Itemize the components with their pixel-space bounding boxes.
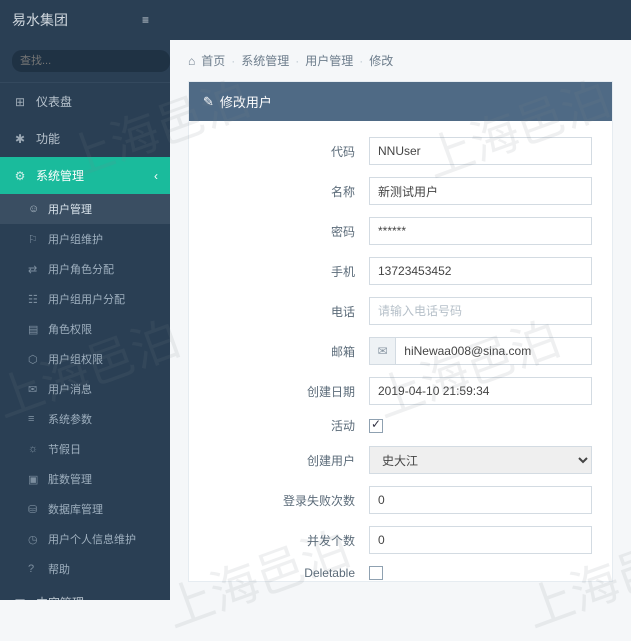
mail-icon: ✉: [369, 337, 395, 365]
subitem-role-assign[interactable]: ⇄ 用户角色分配: [0, 254, 170, 284]
subitem-db[interactable]: ⛁ 数据库管理: [0, 494, 170, 524]
subitem-label: 系统参数: [48, 411, 92, 427]
flag-icon: ⚐: [28, 233, 42, 246]
list-icon: ▤: [28, 323, 42, 336]
sidebar-item-system[interactable]: ⚙ 系统管理 ‹: [0, 157, 170, 194]
subitem-label: 数据库管理: [48, 501, 103, 517]
sidebar-item-label: 功能: [36, 130, 60, 147]
breadcrumb-l2[interactable]: 用户管理: [305, 52, 353, 69]
panel-title: 修改用户: [220, 92, 272, 111]
label-password: 密码: [199, 223, 369, 240]
input-name[interactable]: [369, 177, 592, 205]
topbar: 易水集团 ≡: [0, 0, 631, 40]
hex-icon: ⬡: [28, 353, 42, 366]
lines-icon: ≡: [28, 413, 42, 425]
function-icon: ✱: [12, 132, 28, 146]
sidebar-item-function[interactable]: ✱ 功能: [0, 120, 170, 157]
sun-icon: ☼: [28, 443, 42, 455]
checkbox-deletable[interactable]: [369, 566, 383, 580]
subitem-user-mgmt[interactable]: ☺ 用户管理: [0, 194, 170, 224]
subitem-label: 节假日: [48, 441, 81, 457]
subitem-dirty[interactable]: ▣ 脏数管理: [0, 464, 170, 494]
sidebar-search: ⌕: [0, 40, 170, 83]
breadcrumb-l1[interactable]: 系统管理: [241, 52, 289, 69]
chevron-left-icon: ‹: [154, 169, 158, 183]
breadcrumb-home[interactable]: 首页: [201, 52, 225, 69]
brand-name: 易水集团: [12, 10, 68, 30]
menu-toggle-icon[interactable]: ≡: [142, 13, 149, 27]
panel-header: ✎ 修改用户: [189, 82, 612, 121]
label-concurrent: 并发个数: [199, 532, 369, 549]
input-email[interactable]: [395, 337, 592, 365]
subitem-help[interactable]: ? 帮助: [0, 554, 170, 584]
gear-icon: ⚙: [12, 169, 28, 183]
breadcrumb-sep: ·: [231, 54, 235, 68]
square-icon: ▣: [28, 473, 42, 486]
breadcrumb-sep: ·: [359, 54, 363, 68]
sidebar-item-dashboard[interactable]: ⊞ 仪表盘: [0, 83, 170, 120]
subitem-profile[interactable]: ◷ 用户个人信息维护: [0, 524, 170, 554]
label-code: 代码: [199, 143, 369, 160]
mail-icon: ✉: [28, 383, 42, 396]
subitem-sys-param[interactable]: ≡ 系统参数: [0, 404, 170, 434]
label-email: 邮箱: [199, 343, 369, 360]
panel: ✎ 修改用户 代码 名称 密码 手机 电话 邮箱✉ 创建日期 活动 创建用户史大…: [188, 81, 613, 582]
edit-icon: ✎: [203, 94, 214, 110]
subitem-label: 帮助: [48, 561, 70, 577]
input-created[interactable]: [369, 377, 592, 405]
sidebar-item-label: 仪表盘: [36, 93, 72, 110]
subitem-group-maint[interactable]: ⚐ 用户组维护: [0, 224, 170, 254]
subitem-label: 用户消息: [48, 381, 92, 397]
subitem-role-perm[interactable]: ▤ 角色权限: [0, 314, 170, 344]
subitem-user-msg[interactable]: ✉ 用户消息: [0, 374, 170, 404]
sidebar-item-content[interactable]: ▤ 内容管理: [0, 584, 170, 600]
subitem-holiday[interactable]: ☼ 节假日: [0, 434, 170, 464]
help-icon: ?: [28, 563, 42, 575]
input-mobile[interactable]: [369, 257, 592, 285]
sidebar-item-label: 系统管理: [36, 167, 84, 184]
swap-icon: ⇄: [28, 263, 42, 276]
subitem-group-perm[interactable]: ⬡ 用户组权限: [0, 344, 170, 374]
subitem-label: 用户组权限: [48, 351, 103, 367]
label-active: 活动: [199, 417, 369, 434]
label-created: 创建日期: [199, 383, 369, 400]
subitem-label: 角色权限: [48, 321, 92, 337]
subitem-label: 用户组维护: [48, 231, 103, 247]
input-concurrent[interactable]: [369, 526, 592, 554]
breadcrumb-l3: 修改: [369, 52, 393, 69]
sidebar-item-label: 内容管理: [36, 594, 84, 600]
subitem-label: 用户组用户分配: [48, 291, 125, 307]
main-area: ⌂ 首页 · 系统管理 · 用户管理 · 修改 ✎ 修改用户 代码 名称 密码 …: [170, 40, 631, 600]
label-creator: 创建用户: [199, 452, 369, 469]
search-input[interactable]: [12, 50, 170, 72]
dashboard-icon: ⊞: [12, 95, 28, 109]
grid-icon: ☷: [28, 293, 42, 306]
subitem-group-user[interactable]: ☷ 用户组用户分配: [0, 284, 170, 314]
label-mobile: 手机: [199, 263, 369, 280]
home-icon: ⌂: [188, 54, 195, 68]
panel-body: 代码 名称 密码 手机 电话 邮箱✉ 创建日期 活动 创建用户史大江 登录失败次…: [189, 121, 612, 581]
select-creator[interactable]: 史大江: [369, 446, 592, 474]
breadcrumb-sep: ·: [295, 54, 299, 68]
label-deletable: Deletable: [199, 566, 369, 580]
breadcrumb: ⌂ 首页 · 系统管理 · 用户管理 · 修改: [170, 40, 631, 81]
input-loginfail[interactable]: [369, 486, 592, 514]
subitem-label: 用户管理: [48, 201, 92, 217]
subitem-label: 脏数管理: [48, 471, 92, 487]
content-icon: ▤: [12, 596, 28, 601]
label-loginfail: 登录失败次数: [199, 492, 369, 509]
input-code[interactable]: [369, 137, 592, 165]
user-icon: ☺: [28, 203, 42, 215]
clock-icon: ◷: [28, 533, 42, 546]
label-phone: 电话: [199, 303, 369, 320]
db-icon: ⛁: [28, 503, 42, 516]
label-name: 名称: [199, 183, 369, 200]
checkbox-active[interactable]: [369, 419, 383, 433]
input-phone[interactable]: [369, 297, 592, 325]
subitem-label: 用户个人信息维护: [48, 531, 136, 547]
input-password[interactable]: [369, 217, 592, 245]
subitem-label: 用户角色分配: [48, 261, 114, 277]
sidebar: ⌕ ⊞ 仪表盘 ✱ 功能 ⚙ 系统管理 ‹ ☺ 用户管理 ⚐ 用户组维护 ⇄ 用户角色…: [0, 40, 170, 600]
